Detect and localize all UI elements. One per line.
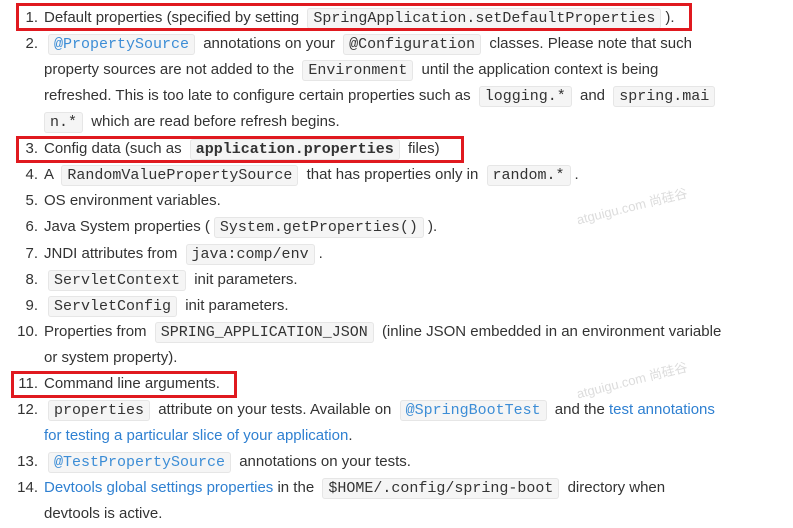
spring-boot-test-link[interactable]: @SpringBootTest (399, 400, 547, 421)
list-number: 7. (25, 245, 38, 262)
list-number: 2. (25, 35, 38, 52)
property-source-link[interactable]: @PropertySource (48, 34, 196, 55)
list-number: 4. (25, 166, 38, 183)
devtools-settings-link[interactable]: Devtools global settings properties (44, 479, 273, 496)
highlight-box-1 (16, 3, 692, 31)
test-annotations-link[interactable]: test annotations (609, 401, 715, 418)
list-number: 5. (25, 192, 38, 209)
list-number: 14. (17, 479, 38, 496)
list-number: 13. (17, 453, 38, 470)
list-number: 8. (25, 271, 38, 288)
highlight-box-11 (11, 371, 237, 398)
watermark: atguigu.com 尚硅谷 (575, 185, 689, 228)
slice-testing-link[interactable]: for testing a particular slice of your a… (44, 427, 348, 444)
list-number: 12. (17, 401, 38, 418)
watermark: atguigu.com 尚硅谷 (575, 359, 689, 402)
highlight-box-3 (16, 136, 464, 163)
list-number: 10. (17, 323, 38, 340)
test-property-source-link[interactable]: @TestPropertySource (48, 452, 232, 473)
list-number: 6. (25, 218, 38, 235)
list-number: 9. (25, 297, 38, 314)
